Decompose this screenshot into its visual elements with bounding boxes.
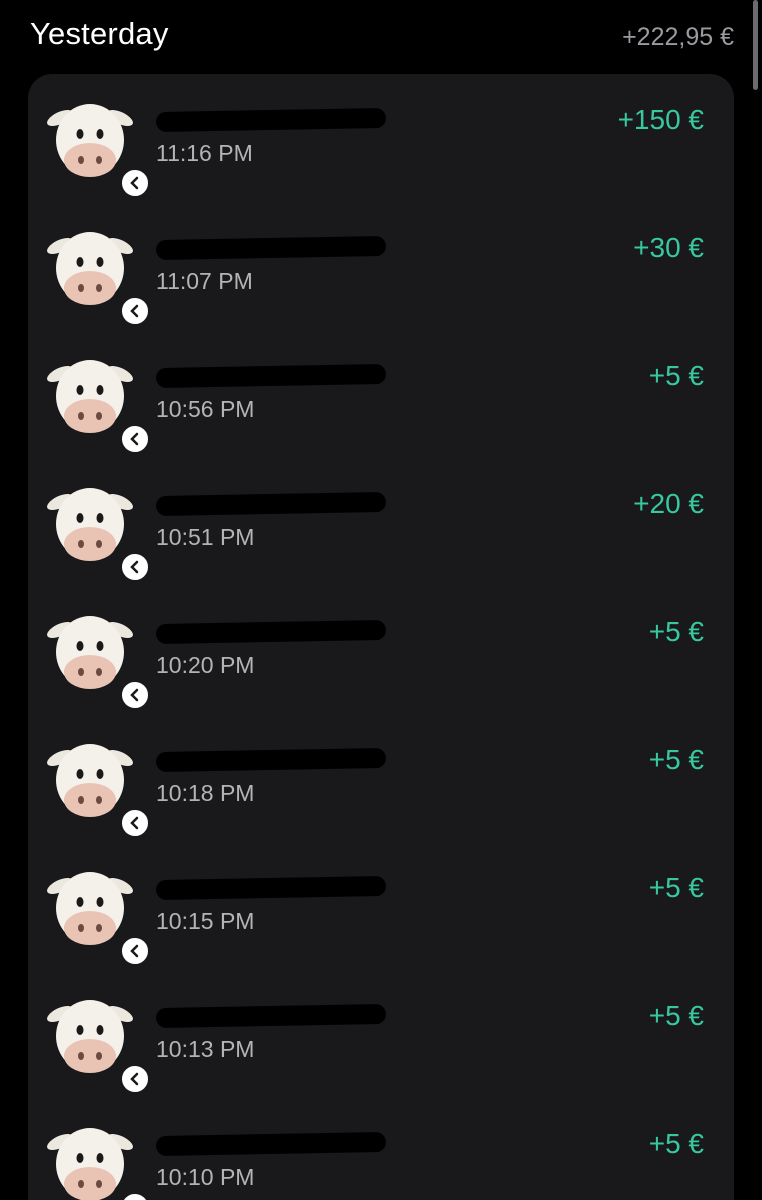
transaction-time: 11:07 PM — [156, 268, 253, 294]
transaction-amount: +20 € — [633, 488, 704, 519]
transaction-amount: +5 € — [648, 1128, 704, 1159]
redacted-name — [155, 1131, 387, 1157]
transaction-row[interactable]: 10:56 PM +5 € — [28, 330, 734, 458]
transactions-screen: Yesterday +222,95 € 11:16 PM +150 € 11:0… — [0, 0, 762, 1200]
scrollbar[interactable] — [753, 0, 758, 90]
cow-emoji-icon — [42, 608, 150, 710]
transaction-time: 10:15 PM — [156, 908, 255, 934]
cow-emoji-icon — [42, 96, 150, 198]
transaction-row[interactable]: 10:10 PM +5 € — [28, 1098, 734, 1200]
transaction-amount: +5 € — [648, 360, 704, 391]
transfer-icon — [120, 168, 150, 198]
transaction-time: 10:10 PM — [156, 1164, 255, 1190]
transaction-time: 10:20 PM — [156, 652, 255, 678]
transaction-amount: +30 € — [633, 232, 704, 263]
transaction-row[interactable]: 11:16 PM +150 € — [28, 74, 734, 202]
transfer-icon — [120, 424, 150, 454]
transaction-row[interactable]: 11:07 PM +30 € — [28, 202, 734, 330]
transaction-row[interactable]: 10:18 PM +5 € — [28, 714, 734, 842]
cow-emoji-icon — [42, 224, 150, 326]
redacted-name — [155, 875, 387, 901]
redacted-name — [155, 235, 387, 261]
transaction-time: 10:18 PM — [156, 780, 255, 806]
transaction-row[interactable]: 10:20 PM +5 € — [28, 586, 734, 714]
redacted-name — [155, 1003, 387, 1029]
section-title: Yesterday — [30, 16, 169, 51]
redacted-name — [155, 107, 387, 133]
transaction-row[interactable]: 10:15 PM +5 € — [28, 842, 734, 970]
cow-emoji-icon — [42, 352, 150, 454]
cow-emoji-icon — [42, 992, 150, 1094]
cow-emoji-icon — [42, 864, 150, 966]
transfer-icon — [120, 808, 150, 838]
redacted-name — [155, 363, 387, 389]
transfer-icon — [120, 680, 150, 710]
redacted-name — [155, 619, 387, 645]
transaction-row[interactable]: 10:13 PM +5 € — [28, 970, 734, 1098]
transfer-icon — [120, 296, 150, 326]
transaction-amount: +5 € — [648, 1000, 704, 1031]
section-total: +222,95 € — [622, 22, 734, 51]
transaction-amount: +5 € — [648, 744, 704, 775]
transfer-icon — [120, 936, 150, 966]
transaction-amount: +5 € — [648, 872, 704, 903]
transaction-time: 11:16 PM — [156, 140, 253, 166]
transaction-time: 10:51 PM — [156, 524, 255, 550]
transaction-amount: +5 € — [648, 616, 704, 647]
section-header: Yesterday +222,95 € — [30, 12, 734, 56]
transactions-card: 11:16 PM +150 € 11:07 PM +30 € 10:56 PM … — [28, 74, 734, 1200]
cow-emoji-icon — [42, 480, 150, 582]
transfer-icon — [120, 1064, 150, 1094]
transaction-time: 10:56 PM — [156, 396, 255, 422]
transaction-amount: +150 € — [617, 104, 704, 135]
redacted-name — [155, 747, 387, 773]
transfer-icon — [120, 552, 150, 582]
transaction-time: 10:13 PM — [156, 1036, 255, 1062]
redacted-name — [155, 491, 387, 517]
cow-emoji-icon — [42, 736, 150, 838]
cow-emoji-icon — [42, 1120, 150, 1200]
transaction-row[interactable]: 10:51 PM +20 € — [28, 458, 734, 586]
